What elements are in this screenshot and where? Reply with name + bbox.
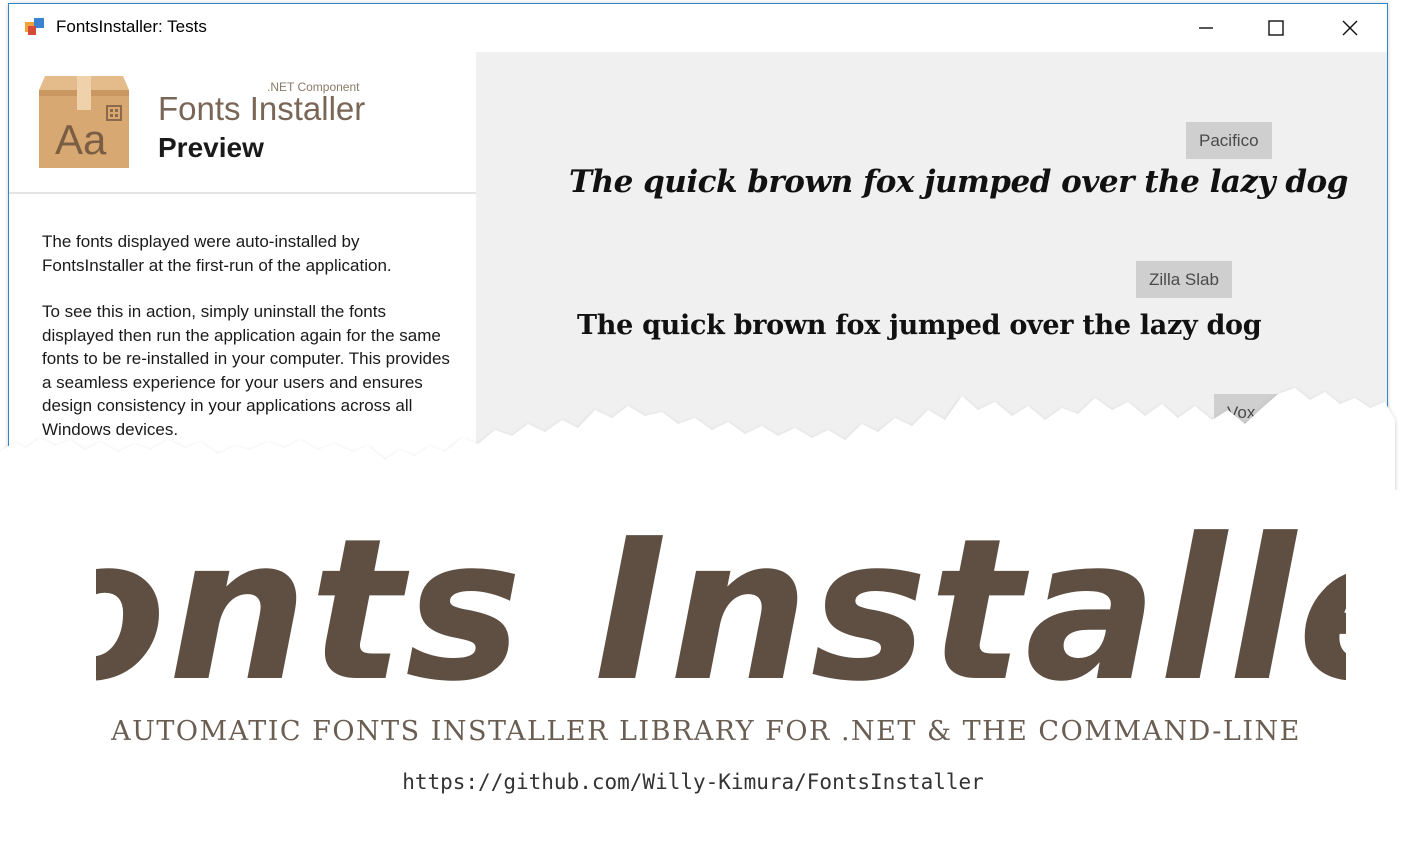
banner-tagline: AUTOMATIC FONTS INSTALLER LIBRARY FOR .N… <box>111 716 1301 747</box>
font-name-tag: Pacifico <box>1186 122 1272 159</box>
repository-url[interactable]: https://github.com/Willy-Kimura/FontsIns… <box>0 770 1386 794</box>
svg-text:Aa: Aa <box>55 116 107 163</box>
font-name-tag: Zilla Slab <box>1136 261 1232 298</box>
font-sample-text: The quick brown fox jumped over the lazy… <box>569 164 1348 200</box>
banner-title: Fonts Installer <box>96 497 1346 708</box>
maximize-icon <box>1268 20 1284 36</box>
panel-divider <box>9 192 476 194</box>
window-title: FontsInstaller: Tests <box>56 17 207 36</box>
maximize-button[interactable] <box>1241 4 1311 52</box>
close-icon <box>1342 20 1358 36</box>
product-title: Fonts Installer <box>158 90 366 127</box>
fonts-installer-logo-title: Fonts Installer <box>96 497 1346 708</box>
minimize-button[interactable] <box>1171 4 1241 52</box>
app-window-icon <box>25 18 45 36</box>
title-bar[interactable]: FontsInstaller: Tests <box>9 4 1387 52</box>
close-button[interactable] <box>1315 4 1385 52</box>
font-sample-text: The quick brown fox jumped over the lazy… <box>577 310 1262 341</box>
description-paragraph: The fonts displayed were auto-installed … <box>42 232 392 275</box>
product-subtitle: Preview <box>158 132 264 163</box>
font-box-logo: Aa <box>37 76 131 168</box>
torn-paper-edge <box>0 388 1395 490</box>
minimize-icon <box>1199 27 1213 29</box>
